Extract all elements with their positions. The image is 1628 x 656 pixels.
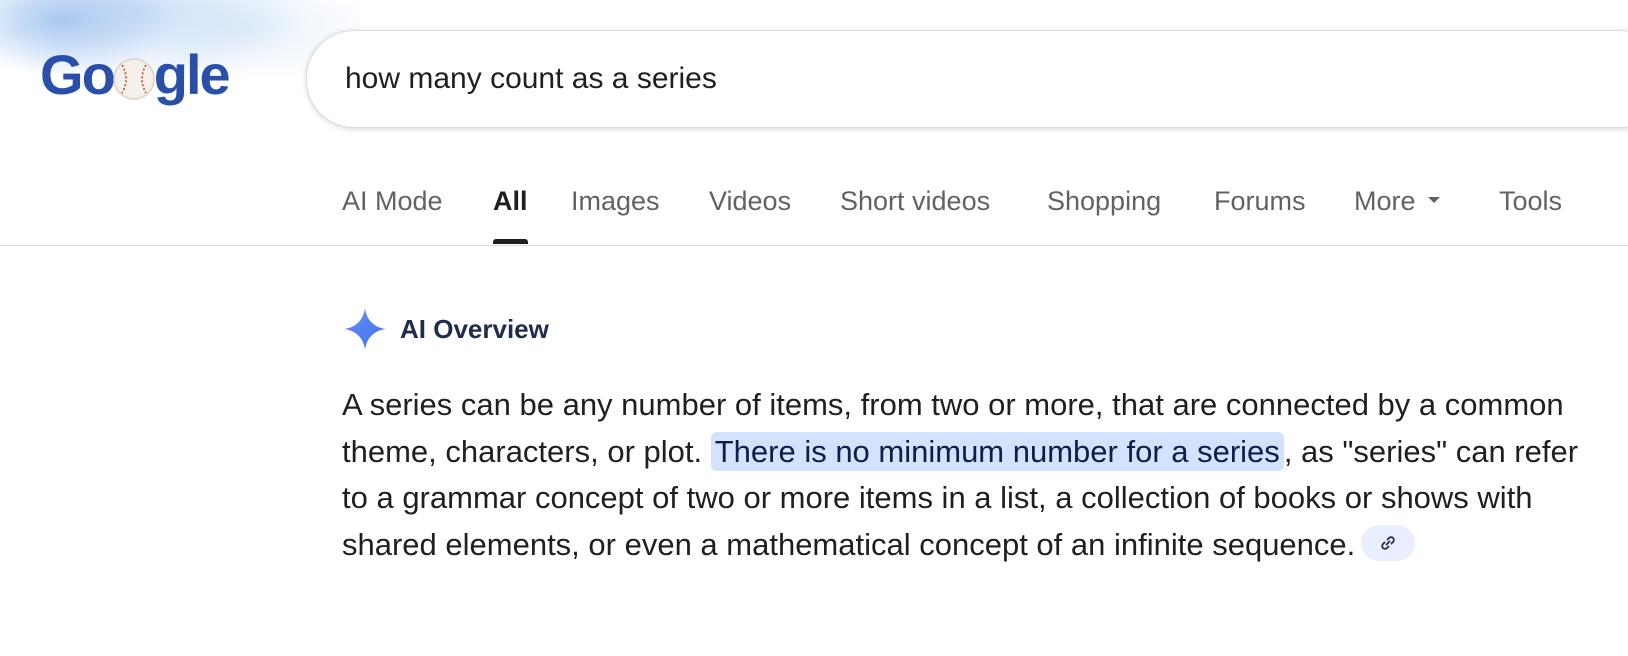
tab-videos[interactable]: Videos <box>709 186 791 244</box>
tab-forums[interactable]: Forums <box>1214 186 1306 244</box>
search-input[interactable] <box>345 31 1545 127</box>
gemini-sparkle-icon <box>344 308 386 350</box>
tab-short-videos[interactable]: Short videos <box>840 186 990 244</box>
header: G o gle <box>0 0 1628 150</box>
search-box[interactable] <box>306 30 1628 128</box>
ai-overview-text: A series can be any number of items, fro… <box>342 382 1592 568</box>
ai-overview-highlight: There is no minimum number for a series <box>710 431 1284 471</box>
link-icon <box>1381 536 1395 551</box>
tab-ai-mode[interactable]: AI Mode <box>342 186 443 244</box>
tab-shopping[interactable]: Shopping <box>1047 186 1161 244</box>
caret-down-icon <box>1427 196 1440 203</box>
logo-letter-o: o <box>81 43 116 106</box>
ai-overview-header: AI Overview <box>342 306 549 352</box>
search-tabs: AI Mode All Images Videos Short videos S… <box>0 150 1628 246</box>
source-link-button[interactable] <box>1361 525 1416 562</box>
ai-overview-title: AI Overview <box>400 313 549 344</box>
logo-text-end: gle <box>153 43 231 106</box>
tab-images[interactable]: Images <box>571 186 660 244</box>
tab-all[interactable]: All <box>493 186 528 244</box>
tab-more[interactable]: More <box>1354 186 1440 244</box>
logo-text-start: G <box>40 43 84 106</box>
google-doodle-logo[interactable]: G o gle <box>40 40 231 110</box>
tab-tools[interactable]: Tools <box>1499 186 1562 244</box>
tab-more-label: More <box>1354 186 1416 216</box>
baseball-icon <box>113 58 155 100</box>
